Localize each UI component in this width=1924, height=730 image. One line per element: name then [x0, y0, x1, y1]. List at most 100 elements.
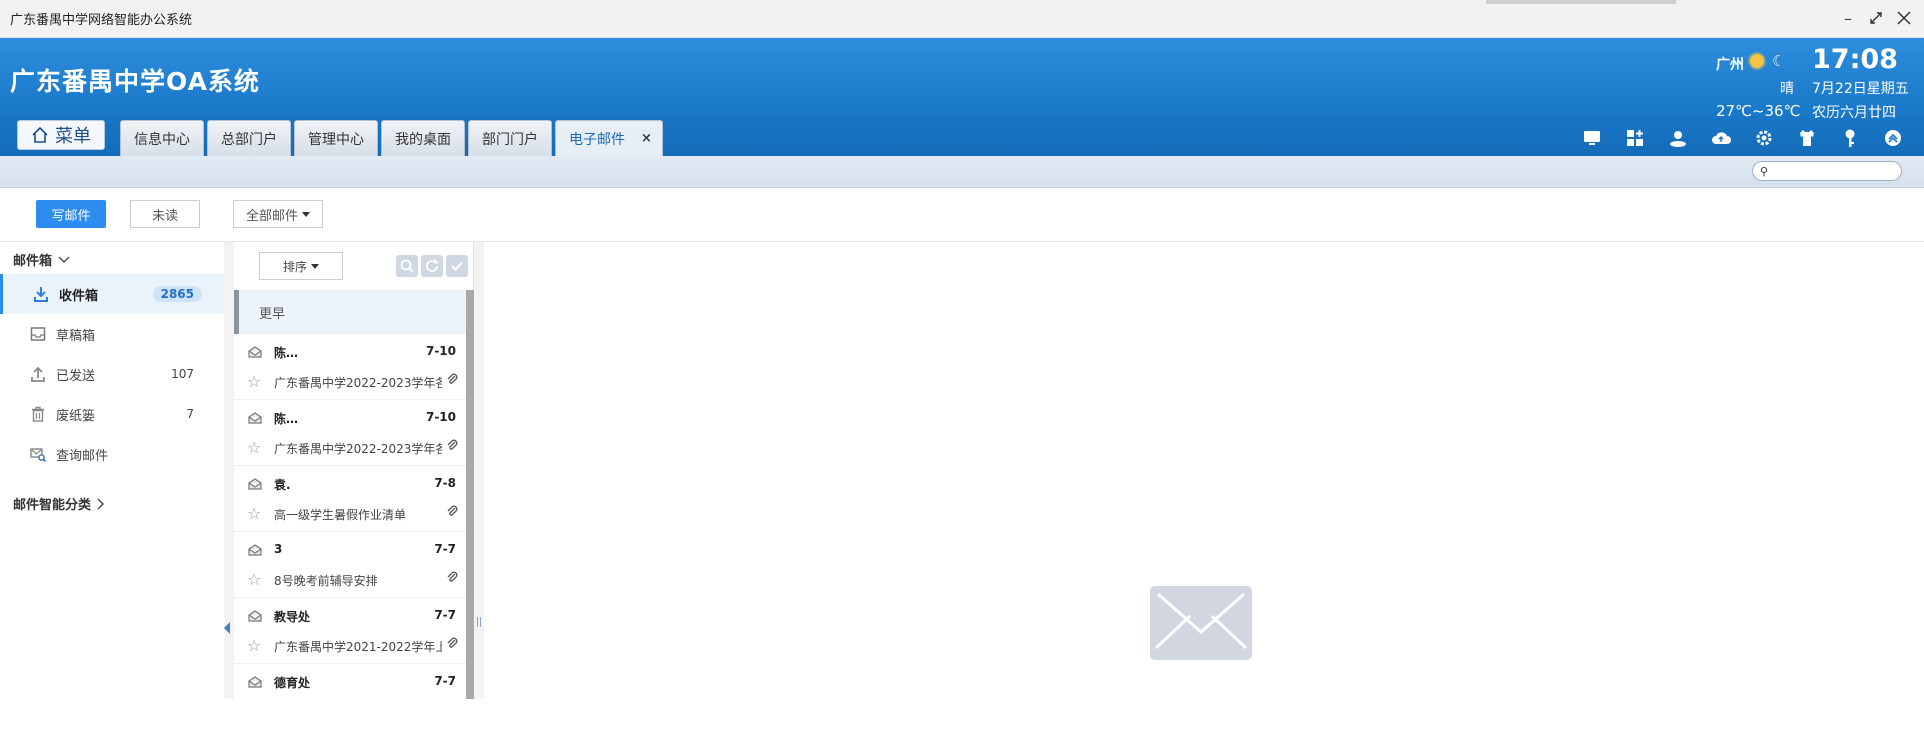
star-icon[interactable]: ☆: [247, 372, 261, 391]
tab-close-icon[interactable]: ×: [641, 131, 652, 146]
menu-label: 菜单: [55, 126, 91, 147]
mail-date: 7-7: [434, 542, 456, 556]
tab-email[interactable]: 电子邮件 ×: [555, 120, 663, 156]
smart-category-label: 邮件智能分类: [13, 498, 92, 513]
star-icon[interactable]: ☆: [247, 636, 261, 655]
envelope-open-icon: [248, 478, 262, 490]
mail-item[interactable]: 陈… 7-10 ☆ 广东番禺中学2022-2023学年各: [234, 400, 466, 466]
download-icon: [34, 287, 48, 302]
mail-sender: 3: [274, 542, 283, 556]
mail-list-scrollbar[interactable]: [466, 290, 474, 699]
minimize-button[interactable]: –: [1836, 6, 1860, 30]
gear-icon[interactable]: [1752, 126, 1776, 150]
user-icon[interactable]: [1666, 126, 1690, 150]
tab-management[interactable]: 管理中心: [294, 120, 378, 156]
envelope-open-icon: [248, 346, 262, 358]
mail-preview-pane: [484, 242, 1924, 699]
restore-button[interactable]: [1864, 6, 1888, 30]
star-icon[interactable]: ☆: [247, 570, 261, 589]
tab-my-desktop[interactable]: 我的桌面: [381, 120, 465, 156]
collapse-left-icon[interactable]: [224, 622, 230, 634]
star-icon[interactable]: ☆: [247, 438, 261, 457]
mail-item[interactable]: 德育处 7-7: [234, 664, 466, 730]
attachment-icon: [446, 636, 458, 654]
mail-list: 排序 更早 陈… 7-10 ☆ 广东番禺中学2022-2023学年各 陈… 7-…: [234, 242, 474, 699]
sidebar-item-search-mail[interactable]: 查询邮件: [0, 434, 224, 474]
smart-category-header[interactable]: 邮件智能分类: [13, 494, 106, 513]
caret-down-icon: [302, 211, 310, 217]
mailbox-header-label: 邮件箱: [13, 254, 53, 269]
global-search-input[interactable]: ⚲: [1752, 161, 1902, 181]
refresh-icon[interactable]: [421, 255, 443, 277]
collapse-icon[interactable]: [1881, 126, 1905, 150]
tab-label: 管理中心: [308, 131, 364, 148]
select-all-icon[interactable]: [446, 255, 468, 277]
mail-filter-dropdown[interactable]: 全部邮件: [233, 200, 323, 228]
tab-label: 总部门户: [221, 131, 277, 148]
tab-info-center[interactable]: 信息中心: [120, 120, 204, 156]
sidebar-splitter[interactable]: [224, 242, 234, 699]
tab-label: 部门门户: [482, 131, 538, 148]
mail-sender: 教导处: [274, 610, 311, 624]
key-icon[interactable]: [1838, 126, 1862, 150]
sidebar-item-inbox[interactable]: 收件箱 2865: [0, 274, 224, 314]
menu-button[interactable]: 菜单: [17, 120, 105, 150]
mail-date: 7-10: [425, 344, 456, 358]
page-scrollbar[interactable]: [1908, 242, 1924, 699]
mail-subject: 高一级学生暑假作业清单: [274, 508, 407, 522]
mail-sidebar: 邮件箱 收件箱 2865 草稿箱 已发送 107 废纸篓 7 查询邮件 邮件智能…: [0, 242, 224, 699]
sort-dropdown[interactable]: 排序: [259, 252, 343, 280]
sun-icon: [1750, 54, 1764, 68]
sort-label: 排序: [282, 259, 307, 274]
star-icon[interactable]: ☆: [247, 504, 261, 523]
list-splitter[interactable]: [474, 242, 484, 699]
mail-subject: 广东番禺中学2021-2022学年上: [274, 640, 442, 654]
sidebar-item-sent[interactable]: 已发送 107: [0, 354, 224, 394]
envelope-open-icon: [248, 544, 262, 556]
mail-item[interactable]: 袁. 7-8 ☆ 高一级学生暑假作业清单: [234, 466, 466, 532]
sidebar-item-trash[interactable]: 废纸篓 7: [0, 394, 224, 434]
home-icon: [32, 126, 48, 143]
top-tabs: 信息中心 总部门户 管理中心 我的桌面 部门门户 电子邮件 ×: [120, 120, 666, 156]
mail-sender: 陈…: [274, 412, 299, 426]
upload-icon: [31, 366, 45, 382]
search-icon[interactable]: [396, 255, 418, 277]
weather-widget: 广州 ☾ 晴 27℃~36℃ 17:08 7月22日星期五 农历六月廿四: [1710, 44, 1920, 124]
titlebar-shadow: [1486, 0, 1676, 4]
mail-date: 7-10: [425, 410, 456, 424]
mail-sender: 陈…: [274, 346, 299, 360]
compose-button[interactable]: 写邮件: [36, 200, 106, 228]
apps-icon[interactable]: [1623, 126, 1647, 150]
cloud-icon[interactable]: [1709, 126, 1733, 150]
header-toolbar: [1580, 126, 1924, 150]
caret-down-icon: [311, 263, 319, 269]
tab-label: 信息中心: [134, 131, 190, 148]
mailbox-header[interactable]: 邮件箱: [13, 250, 71, 269]
attachment-icon: [446, 504, 458, 522]
window-titlebar: 广东番禺中学网络智能办公系统 –: [0, 0, 1924, 38]
close-window-button[interactable]: [1892, 6, 1916, 30]
app-header: 广东番禺中学OA系统 广州 ☾ 晴 27℃~36℃ 17:08 7月22日星期五…: [0, 38, 1924, 156]
mail-date: 7-7: [434, 674, 456, 688]
weather-condition: 晴: [1780, 81, 1794, 97]
mail-item[interactable]: 陈… 7-10 ☆ 广东番禺中学2022-2023学年各: [234, 334, 466, 400]
monitor-icon[interactable]: [1580, 126, 1604, 150]
shirt-icon[interactable]: [1795, 126, 1819, 150]
sidebar-item-count: 7: [186, 407, 194, 421]
tab-dept-portal[interactable]: 部门门户: [468, 120, 552, 156]
drafts-icon: [30, 327, 46, 341]
mail-item[interactable]: 教导处 7-7 ☆ 广东番禺中学2021-2022学年上: [234, 598, 466, 664]
sidebar-item-label: 收件箱: [59, 288, 99, 304]
tab-hq-portal[interactable]: 总部门户: [207, 120, 291, 156]
mail-date: 7-7: [434, 608, 456, 622]
mail-date: 7-8: [434, 476, 456, 490]
mail-filter-label: 全部邮件: [245, 208, 298, 224]
sidebar-item-label: 废纸篓: [56, 408, 96, 424]
mail-item[interactable]: 3 7-7 ☆ 8号晚考前辅导安排: [234, 532, 466, 598]
envelope-open-icon: [248, 610, 262, 622]
sidebar-item-drafts[interactable]: 草稿箱: [0, 314, 224, 354]
trash-icon: [32, 406, 44, 422]
unread-filter-button[interactable]: 未读: [130, 200, 200, 228]
drag-handle-icon[interactable]: [477, 617, 481, 627]
mail-toolbar: 写邮件 未读 全部邮件: [0, 188, 1924, 242]
